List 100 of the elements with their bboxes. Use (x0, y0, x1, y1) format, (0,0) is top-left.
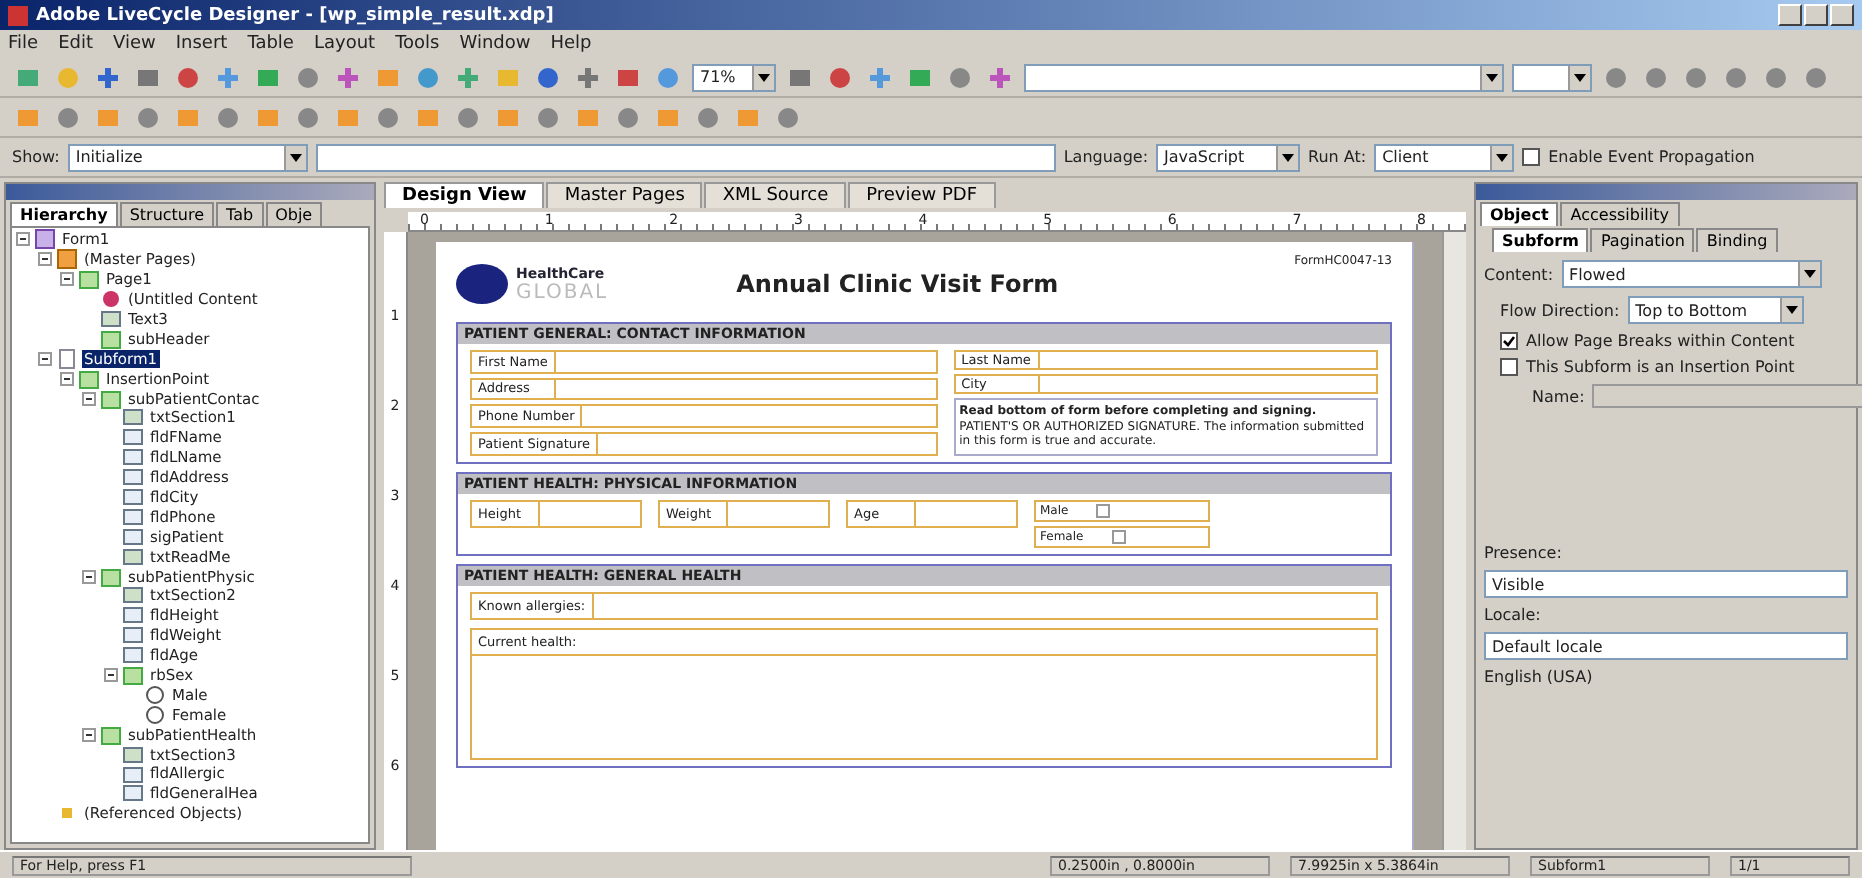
expand-toggle[interactable] (38, 351, 52, 366)
document-tab[interactable]: Preview PDF (848, 182, 996, 208)
panel-tab[interactable]: Hierarchy (10, 202, 118, 226)
node-icon (122, 743, 144, 766)
caret-icon (1779, 298, 1802, 322)
minimize-button[interactable] (1778, 4, 1802, 26)
expand-toggle[interactable] (82, 727, 96, 742)
node-icon (122, 664, 144, 687)
name-label: Name: (1532, 387, 1585, 405)
node-icon (122, 763, 144, 785)
maximize-button[interactable] (1804, 4, 1828, 26)
document-tab[interactable]: Design View (384, 182, 545, 208)
menu-item[interactable]: Edit (58, 34, 93, 54)
logo-text: GLOBAL (516, 281, 609, 303)
sub-tab[interactable]: Binding (1696, 228, 1778, 252)
locale-label: Locale: (1484, 606, 1543, 624)
node-icon (100, 327, 122, 350)
language-label: Language: (1063, 148, 1149, 166)
node-icon (122, 466, 144, 489)
locale-field[interactable]: Default locale (1484, 632, 1848, 660)
window-title: Adobe LiveCycle Designer - [wp_simple_result.xdp] (36, 5, 554, 25)
content-field[interactable]: Flowed (1561, 260, 1822, 288)
expand-toggle[interactable] (60, 272, 74, 287)
show-label: Show: (12, 148, 60, 166)
globe-logo-icon (456, 264, 508, 304)
form-title: Annual Clinic Visit Form (736, 270, 1059, 298)
node-icon (100, 288, 122, 311)
node-icon (122, 426, 144, 449)
node-icon (122, 505, 144, 528)
expand-toggle[interactable] (16, 232, 30, 247)
expand-toggle[interactable] (38, 252, 52, 267)
menu-item[interactable]: Tools (395, 34, 440, 54)
flow-field[interactable]: Top to Bottom (1627, 296, 1804, 324)
node-icon (122, 604, 144, 627)
menu-item[interactable]: Help (550, 34, 592, 54)
panel-tab[interactable]: Accessibility (1560, 202, 1679, 226)
node-icon (78, 268, 100, 291)
document-tab[interactable]: XML Source (704, 182, 847, 208)
node-icon (122, 525, 144, 548)
sub-tab[interactable]: Pagination (1590, 228, 1695, 252)
run-at-field[interactable]: Client (1374, 143, 1515, 171)
node-icon (100, 723, 122, 746)
scrollbar[interactable] (1442, 232, 1466, 850)
checkbox[interactable] (1500, 332, 1518, 350)
document-tab[interactable]: Master Pages (546, 182, 703, 208)
node-icon (122, 584, 144, 607)
node-icon (56, 347, 78, 370)
caret-icon (1480, 65, 1502, 89)
presence-field[interactable]: Visible (1484, 570, 1848, 598)
caret-icon (1490, 145, 1513, 169)
script-field[interactable] (315, 143, 1056, 171)
panel-tab[interactable]: Obje (265, 202, 323, 226)
menu-item[interactable]: Layout (313, 34, 376, 54)
expand-toggle[interactable] (60, 371, 74, 386)
font-field[interactable] (1024, 63, 1504, 91)
node-icon (122, 545, 144, 568)
node-icon (122, 486, 144, 509)
expand-toggle[interactable] (82, 569, 96, 584)
panel-tab[interactable]: Tab (216, 202, 264, 226)
checkbox-label: This Subform is an Insertion Point (1526, 358, 1795, 376)
flow-label: Flow Direction: (1500, 301, 1620, 319)
zoom-field[interactable]: 71% (692, 63, 776, 91)
node-icon (34, 228, 56, 251)
menu-item[interactable]: File (8, 34, 39, 54)
menu-item[interactable]: Window (459, 34, 531, 54)
expand-toggle[interactable] (82, 391, 96, 406)
node-icon (78, 367, 100, 390)
size-field[interactable] (1512, 63, 1592, 91)
menu-item[interactable]: Table (247, 34, 294, 54)
caret-icon (1276, 145, 1299, 169)
checkbox[interactable] (1500, 358, 1518, 376)
node-icon (122, 644, 144, 667)
show-field[interactable]: Initialize (67, 143, 308, 171)
node-icon (122, 624, 144, 647)
presence-label: Presence: (1484, 544, 1564, 562)
checkbox-label: Allow Page Breaks within Content (1526, 332, 1795, 350)
app-icon (8, 5, 28, 25)
node-icon (144, 703, 166, 726)
expand-toggle[interactable] (104, 668, 118, 683)
language-field[interactable]: JavaScript (1156, 143, 1301, 171)
panel-tab[interactable]: Structure (119, 202, 215, 226)
node-icon (100, 308, 122, 331)
node-icon (122, 406, 144, 429)
close-button[interactable] (1830, 4, 1854, 26)
caret-icon (1797, 262, 1820, 286)
caret-icon (752, 65, 774, 89)
node-icon (122, 782, 144, 805)
content-label: Content: (1484, 265, 1554, 283)
node-icon (122, 446, 144, 469)
node-icon (100, 565, 122, 588)
sub-tab[interactable]: Subform (1492, 228, 1589, 252)
caret-icon (283, 145, 306, 169)
menu-item[interactable]: Insert (175, 34, 228, 54)
node-icon (144, 683, 166, 706)
run-at-label: Run At: (1308, 148, 1367, 166)
checkbox[interactable] (1522, 148, 1541, 166)
node-icon (100, 387, 122, 410)
checkbox-label: Enable Event Propagation (1548, 148, 1755, 166)
panel-tab[interactable]: Object (1480, 202, 1559, 226)
menu-item[interactable]: View (113, 34, 156, 54)
